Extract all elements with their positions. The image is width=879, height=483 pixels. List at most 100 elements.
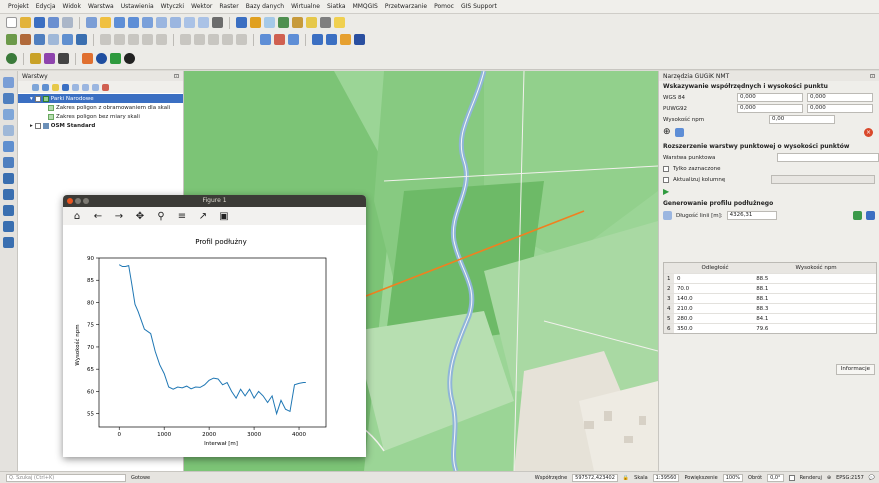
add-layer-icon[interactable] [3, 77, 14, 88]
layer-item[interactable]: ▾ Parki Narodowe [18, 94, 183, 103]
save-as-icon[interactable] [48, 17, 59, 28]
plugin-manager-icon[interactable] [44, 53, 55, 64]
lock-icon[interactable]: 🔒 [623, 475, 629, 481]
add-delimited-icon[interactable] [3, 141, 14, 152]
label-pin-icon[interactable] [194, 34, 205, 45]
update-column-checkbox[interactable] [663, 176, 669, 183]
coord-x-field[interactable]: 0,000 [737, 104, 803, 113]
select-features-icon[interactable] [250, 17, 261, 28]
layer-item[interactable]: Zakres poligon z obramowaniem dla skali [18, 103, 183, 112]
digitize-icon[interactable] [34, 34, 45, 45]
collapse-all-icon[interactable] [92, 83, 99, 91]
pan-map-icon[interactable] [86, 17, 97, 28]
zoom-full-icon[interactable] [142, 17, 153, 28]
table-row[interactable]: 6 350.0 79.6 [664, 323, 876, 333]
menu-item[interactable]: Wektor [191, 3, 212, 10]
column-select[interactable] [771, 175, 875, 184]
locator-search-input[interactable]: Q. Szukaj (Ctrl+K) [6, 473, 126, 482]
menu-item[interactable]: GIS Support [461, 3, 497, 10]
zoom-selection-icon[interactable] [170, 17, 181, 28]
plugin-c-icon[interactable] [340, 34, 351, 45]
coord-y-field[interactable]: 0,000 [807, 104, 873, 113]
coord-x-field[interactable]: 0,000 [737, 93, 803, 102]
minimize-window-icon[interactable] [75, 198, 81, 204]
clear-icon[interactable]: × [864, 127, 873, 137]
target-icon[interactable] [96, 53, 107, 64]
edit-toggle-icon[interactable] [48, 34, 59, 45]
save-icon[interactable]: ▣ [218, 211, 230, 222]
deselect-icon[interactable] [264, 17, 275, 28]
gugik-tool-icon[interactable] [260, 34, 271, 45]
add-postgis-icon[interactable] [3, 173, 14, 184]
save-project-icon[interactable] [34, 17, 45, 28]
filter-expression-icon[interactable] [72, 83, 79, 91]
menu-item[interactable]: Projekt [8, 3, 29, 10]
export-csv-icon[interactable] [853, 211, 862, 220]
label-icon[interactable] [180, 34, 191, 45]
add-wcs-icon[interactable] [3, 221, 14, 232]
field-calculator-icon[interactable] [278, 17, 289, 28]
toolbox-icon[interactable] [292, 17, 303, 28]
node-tool-icon[interactable] [76, 34, 87, 45]
statistics-icon[interactable] [306, 17, 317, 28]
menu-item[interactable]: Widok [63, 3, 81, 10]
layer-item[interactable]: ▸ OSM Standard [18, 121, 183, 130]
annotation-icon[interactable] [334, 17, 345, 28]
close-window-icon[interactable] [67, 198, 73, 204]
menu-item[interactable]: Bazy danych [246, 3, 284, 10]
draw-line-icon[interactable] [663, 211, 672, 220]
redo-icon[interactable] [156, 34, 167, 45]
zoom-next-icon[interactable] [198, 17, 209, 28]
table-row[interactable]: 2 70.0 88.1 [664, 283, 876, 293]
gugik-profile-icon[interactable] [274, 34, 285, 45]
label-show-icon[interactable] [208, 34, 219, 45]
add-vector-icon[interactable] [6, 34, 17, 45]
copy-coords-icon[interactable] [674, 127, 684, 137]
grid-icon[interactable] [58, 53, 69, 64]
gugik-points-icon[interactable] [288, 34, 299, 45]
play-icon[interactable]: ▶ [663, 187, 669, 196]
column-header[interactable]: Odległość [674, 263, 753, 273]
show-chart-icon[interactable] [866, 211, 875, 220]
add-spatialite-icon[interactable] [3, 157, 14, 168]
green-square-icon[interactable] [110, 53, 121, 64]
print-layout-icon[interactable] [62, 17, 73, 28]
menu-item[interactable]: Wirtualne [291, 3, 320, 10]
pan-to-selection-icon[interactable] [100, 17, 111, 28]
menu-item[interactable]: Wtyczki [161, 3, 184, 10]
plugin-d-icon[interactable] [354, 34, 365, 45]
label-move-icon[interactable] [222, 34, 233, 45]
gis-support-icon[interactable] [82, 53, 93, 64]
add-mesh-icon[interactable] [3, 125, 14, 136]
zoom-out-icon[interactable] [128, 17, 139, 28]
zoom-icon[interactable]: ⚲ [155, 211, 167, 222]
paste-icon[interactable] [128, 34, 139, 45]
height-field[interactable]: 0,00 [769, 115, 835, 124]
home-icon[interactable]: ⌂ [71, 211, 83, 222]
menu-item[interactable]: Siatka [327, 3, 346, 10]
panel-float-icon[interactable]: ⊡ [174, 73, 179, 80]
filter-legend-icon[interactable] [62, 83, 69, 91]
magnifier-field[interactable]: 100% [722, 473, 744, 482]
menu-item[interactable]: Raster [219, 3, 238, 10]
coordinate-field[interactable]: 597572,423402 [572, 473, 618, 482]
label-rotate-icon[interactable] [236, 34, 247, 45]
pan-icon[interactable]: ✥ [134, 211, 146, 222]
menu-item[interactable]: Edycja [36, 3, 56, 10]
menu-item[interactable]: Przetwarzanie [385, 3, 427, 10]
add-wms-icon[interactable] [3, 189, 14, 200]
layer-checkbox[interactable] [34, 122, 41, 129]
add-raster-layer-icon[interactable] [3, 109, 14, 120]
open-styling-icon[interactable] [32, 83, 39, 91]
remove-layer-icon[interactable] [102, 83, 109, 91]
refresh-icon[interactable] [212, 17, 223, 28]
table-row[interactable]: 3 140.0 88.1 [664, 293, 876, 303]
zoom-layer-icon[interactable] [156, 17, 167, 28]
layer-item[interactable]: Zakres poligon bez miary skali [18, 112, 183, 121]
plugin-b-icon[interactable] [326, 34, 337, 45]
menu-item[interactable]: Ustawienia [121, 3, 154, 10]
edit-axis-icon[interactable]: ↗ [197, 211, 209, 222]
cut-icon[interactable] [100, 34, 111, 45]
back-icon[interactable]: ← [92, 211, 104, 222]
column-header[interactable]: Wysokość npm [753, 263, 876, 273]
